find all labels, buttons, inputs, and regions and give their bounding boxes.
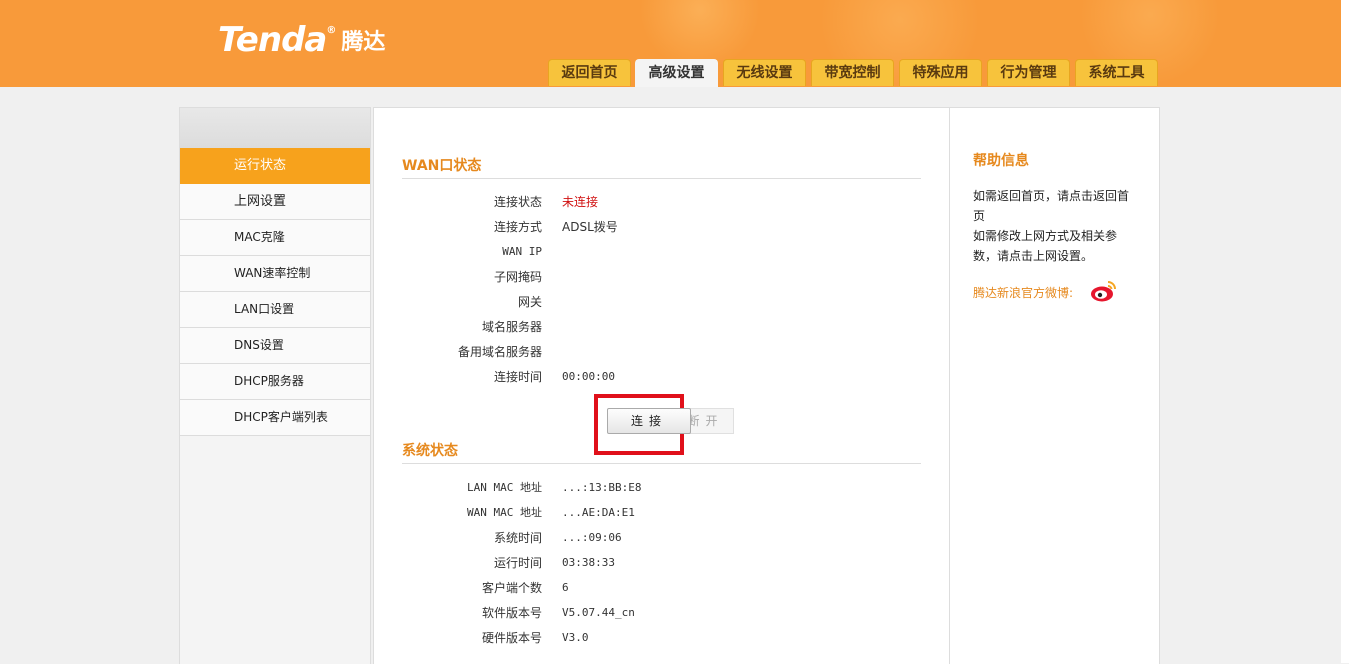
system-row: 硬件版本号 V3.0 — [402, 628, 921, 648]
logo-registered-mark: ® — [326, 25, 336, 36]
field-value: 03:38:33 — [562, 556, 615, 569]
system-row: WAN MAC 地址 ...AE:DA:E1 — [402, 503, 921, 523]
help-divider — [949, 108, 950, 664]
help-line: 如需返回首页，请点击返回首页 — [973, 189, 1130, 223]
system-row: 系统时间 ...:09:06 — [402, 528, 921, 548]
tab-bandwidth[interactable]: 带宽控制 — [811, 59, 894, 86]
field-value: V5.07.44_cn — [562, 606, 635, 619]
sidebar-item-internet[interactable]: 上网设置 — [180, 184, 370, 220]
field-label: 域名服务器 — [481, 320, 542, 334]
wan-row: 子网掩码 — [402, 267, 921, 287]
wan-row: 连接状态 未连接 — [402, 192, 921, 212]
weibo-link[interactable]: 腾达新浪官方微博: — [973, 284, 1073, 301]
wan-row: 连接时间 00:00:00 — [402, 367, 921, 387]
field-value: 00:00:00 — [562, 370, 615, 383]
field-label: 运行时间 — [493, 556, 542, 570]
tab-special-apps[interactable]: 特殊应用 — [899, 59, 982, 86]
field-label: 备用域名服务器 — [457, 345, 542, 359]
scrollbar-track[interactable] — [1341, 0, 1349, 663]
wan-status-title: WAN口状态 — [402, 158, 482, 174]
field-value: 6 — [562, 581, 569, 594]
main-panel: WAN口状态 连接状态 未连接 连接方式 ADSL拨号 WAN IP 子网掩码 网关… — [373, 107, 1160, 664]
field-label: 连接方式 — [493, 220, 542, 234]
sidebar-item-mac-clone[interactable]: MAC克隆 — [180, 220, 370, 256]
field-value: ...:13:BB:E8 — [562, 481, 642, 494]
field-label: WAN MAC 地址 — [467, 506, 542, 519]
field-label: 网关 — [517, 295, 542, 309]
sidebar-item-dhcp-clients[interactable]: DHCP客户端列表 — [180, 400, 370, 436]
field-label: 连接时间 — [493, 370, 542, 384]
weibo-icon[interactable] — [1090, 279, 1118, 306]
tab-home[interactable]: 返回首页 — [548, 59, 631, 86]
wan-row: 域名服务器 — [402, 317, 921, 337]
sidebar-item-dns[interactable]: DNS设置 — [180, 328, 370, 364]
help-text: 如需返回首页，请点击返回首页 如需修改上网方式及相关参数，请点击上网设置。 — [973, 186, 1138, 266]
logo-text: Tenda — [218, 20, 327, 60]
field-value: ADSL拨号 — [562, 220, 618, 234]
tab-wireless[interactable]: 无线设置 — [723, 59, 806, 86]
field-label: 客户端个数 — [481, 581, 542, 595]
tab-behavior[interactable]: 行为管理 — [987, 59, 1070, 86]
header-bar: Tenda® 腾达 返回首页 高级设置 无线设置 带宽控制 特殊应用 行为管理 系… — [0, 0, 1349, 87]
system-row: 客户端个数 6 — [402, 578, 921, 598]
system-row: 软件版本号 V5.07.44_cn — [402, 603, 921, 623]
field-label: 系统时间 — [493, 531, 542, 545]
field-label: LAN MAC 地址 — [467, 481, 542, 494]
tenda-logo: Tenda® 腾达 — [218, 20, 385, 60]
field-value: ...AE:DA:E1 — [562, 506, 635, 519]
tab-system-tools[interactable]: 系统工具 — [1075, 59, 1158, 86]
connection-status-value: 未连接 — [562, 195, 599, 209]
tab-advanced[interactable]: 高级设置 — [635, 59, 718, 87]
wan-row: WAN IP — [402, 242, 921, 262]
field-label: WAN IP — [502, 245, 542, 258]
field-label: 软件版本号 — [481, 606, 542, 620]
system-status-title: 系统状态 — [402, 443, 458, 459]
field-value: ...:09:06 — [562, 531, 622, 544]
system-row: 运行时间 03:38:33 — [402, 553, 921, 573]
section-divider — [402, 178, 921, 179]
sidebar-item-lan[interactable]: LAN口设置 — [180, 292, 370, 328]
field-value: V3.0 — [562, 631, 589, 644]
sidebar: 运行状态 上网设置 MAC克隆 WAN速率控制 LAN口设置 DNS设置 DHC… — [179, 107, 371, 664]
sidebar-item-wan-speed[interactable]: WAN速率控制 — [180, 256, 370, 292]
sidebar-header — [180, 108, 370, 148]
section-divider — [402, 463, 921, 464]
help-title: 帮助信息 — [973, 153, 1029, 169]
connect-button[interactable]: 连接 — [607, 408, 691, 434]
sidebar-item-dhcp-server[interactable]: DHCP服务器 — [180, 364, 370, 400]
field-label: 子网掩码 — [493, 270, 542, 284]
wan-row: 连接方式 ADSL拨号 — [402, 217, 921, 237]
help-line: 如需修改上网方式及相关参数，请点击上网设置。 — [973, 229, 1118, 263]
field-label: 硬件版本号 — [481, 631, 542, 645]
field-label: 连接状态 — [493, 195, 542, 209]
system-row: LAN MAC 地址 ...:13:BB:E8 — [402, 478, 921, 498]
sidebar-item-status[interactable]: 运行状态 — [180, 148, 370, 184]
wan-row: 备用域名服务器 — [402, 342, 921, 362]
wan-row: 网关 — [402, 292, 921, 312]
logo-chinese: 腾达 — [341, 30, 386, 55]
